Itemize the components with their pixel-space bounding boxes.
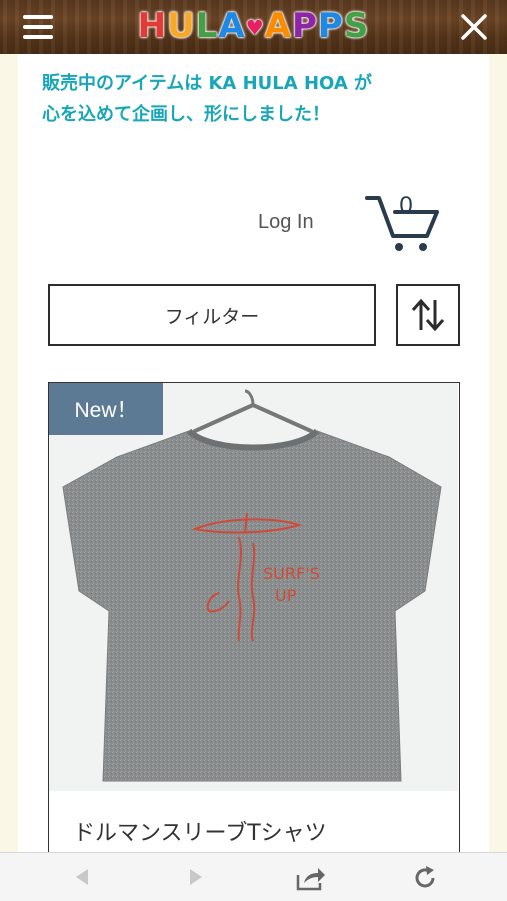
logo-letter: A — [218, 6, 246, 46]
close-icon[interactable] — [459, 12, 489, 42]
reload-icon[interactable] — [412, 865, 438, 891]
product-card[interactable]: SURF'S UP New！ ドルマンスリーブTシャツ — [48, 382, 460, 852]
logo-letter: P — [317, 6, 344, 46]
product-photo[interactable]: SURF'S UP — [49, 383, 458, 791]
page-content: 販売中のアイテムは KA HULA HOA が 心を込めて企画し、形にしました！… — [18, 54, 489, 852]
new-badge: New！ — [49, 383, 163, 435]
hula-apps-logo[interactable]: HULA♥APPS — [0, 6, 507, 46]
print-text-2: UP — [275, 586, 297, 605]
logo-letter: H — [137, 6, 168, 46]
sort-button[interactable] — [396, 284, 460, 346]
login-link[interactable]: Log In — [258, 211, 314, 234]
share-icon[interactable] — [296, 865, 326, 891]
back-arrow-icon[interactable] — [72, 865, 92, 889]
logo-letter: P — [292, 6, 318, 46]
browser-toolbar — [0, 852, 507, 901]
cart-count: 0 — [399, 192, 413, 219]
logo-letter: A — [264, 6, 292, 46]
logo-letter: ♥ — [245, 15, 265, 40]
tshirt-image: SURF'S UP — [49, 383, 458, 791]
filter-label: フィルター — [164, 305, 260, 328]
print-text-1: SURF'S — [263, 564, 320, 583]
logo-letter: U — [167, 6, 196, 46]
intro-line-1: 販売中のアイテムは KA HULA HOA が — [42, 73, 373, 94]
sort-arrows-icon — [411, 298, 445, 332]
app-header: HULA♥APPS — [0, 0, 507, 54]
logo-letter: L — [195, 6, 219, 46]
product-name[interactable]: ドルマンスリーブTシャツ — [73, 815, 327, 847]
logo-letter: S — [343, 6, 370, 46]
filter-button[interactable]: フィルター — [48, 284, 376, 346]
forward-arrow-icon[interactable] — [186, 865, 206, 889]
intro-text: 販売中のアイテムは KA HULA HOA が 心を込めて企画し、形にしました！ — [42, 68, 472, 130]
intro-line-2: 心を込めて企画し、形にしました！ — [42, 104, 330, 125]
